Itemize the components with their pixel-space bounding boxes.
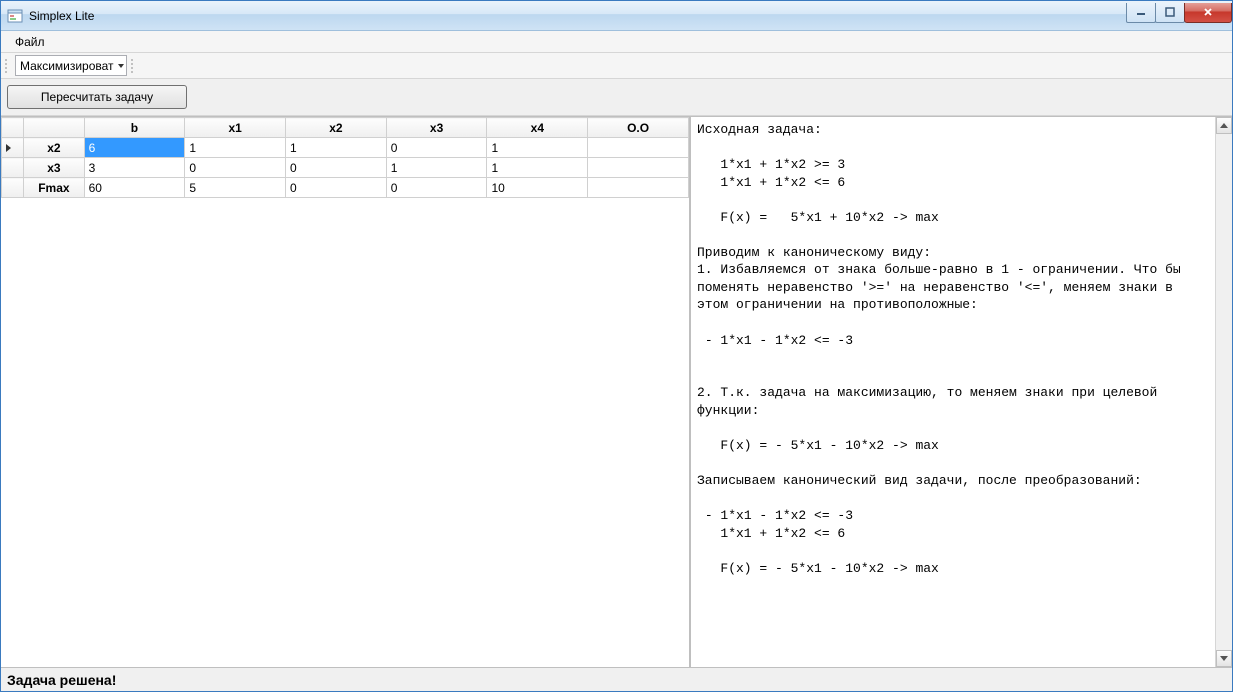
table-row[interactable]: Fmax6050010 xyxy=(2,178,689,198)
grid-cell[interactable]: 1 xyxy=(286,138,387,158)
titlebar[interactable]: Simplex Lite xyxy=(1,1,1232,31)
solution-text[interactable]: Исходная задача: 1*x1 + 1*x2 >= 3 1*x1 +… xyxy=(691,117,1215,667)
chevron-down-icon xyxy=(118,64,124,68)
solution-pane: Исходная задача: 1*x1 + 1*x2 >= 3 1*x1 +… xyxy=(691,117,1232,667)
current-row-icon xyxy=(6,144,11,152)
grid-cell[interactable]: 1 xyxy=(487,138,588,158)
grid-cell[interactable]: 5 xyxy=(185,178,286,198)
titlebar-left: Simplex Lite xyxy=(7,8,94,24)
column-header[interactable]: b xyxy=(84,118,185,138)
column-header[interactable]: О.О xyxy=(588,118,689,138)
menu-file[interactable]: Файл xyxy=(7,33,53,51)
column-header[interactable]: x3 xyxy=(386,118,487,138)
grid-cell[interactable]: 1 xyxy=(185,138,286,158)
main-window: Simplex Lite Файл Максимизироват Пересчи… xyxy=(0,0,1233,692)
row-indicator-cell xyxy=(2,178,24,198)
grid-cell[interactable] xyxy=(588,138,689,158)
arrow-down-icon xyxy=(1220,656,1228,661)
row-header-column xyxy=(24,118,84,138)
column-header[interactable]: x2 xyxy=(286,118,387,138)
grid-cell[interactable]: 3 xyxy=(84,158,185,178)
simplex-grid[interactable]: bx1x2x3x4О.О x261101x330011Fmax6050010 xyxy=(1,117,689,198)
buttonbar: Пересчитать задачу xyxy=(1,79,1232,116)
grid-cell[interactable]: 6 xyxy=(84,138,185,158)
grid-pane: bx1x2x3x4О.О x261101x330011Fmax6050010 xyxy=(1,117,691,667)
column-header[interactable]: x4 xyxy=(487,118,588,138)
objective-combo[interactable]: Максимизироват xyxy=(15,55,127,76)
grid-cell[interactable]: 0 xyxy=(386,178,487,198)
arrow-up-icon xyxy=(1220,123,1228,128)
grid-corner xyxy=(2,118,24,138)
table-row[interactable]: x330011 xyxy=(2,158,689,178)
grid-cell[interactable] xyxy=(588,178,689,198)
row-indicator-cell xyxy=(2,158,24,178)
grid-cell[interactable]: 1 xyxy=(487,158,588,178)
row-indicator-cell xyxy=(2,138,24,158)
grid-cell[interactable]: 0 xyxy=(286,178,387,198)
vertical-scrollbar[interactable] xyxy=(1215,117,1232,667)
main-split: bx1x2x3x4О.О x261101x330011Fmax6050010 И… xyxy=(1,116,1232,667)
table-row[interactable]: x261101 xyxy=(2,138,689,158)
grid-cell[interactable]: 0 xyxy=(185,158,286,178)
app-icon xyxy=(7,8,23,24)
scroll-track[interactable] xyxy=(1216,134,1232,650)
grid-cell[interactable]: 0 xyxy=(286,158,387,178)
menubar: Файл xyxy=(1,31,1232,53)
row-header[interactable]: Fmax xyxy=(24,178,84,198)
column-header[interactable]: x1 xyxy=(185,118,286,138)
row-header[interactable]: x3 xyxy=(24,158,84,178)
minimize-button[interactable] xyxy=(1126,3,1156,23)
toolbar-grip[interactable] xyxy=(5,58,9,74)
close-button[interactable] xyxy=(1184,3,1232,23)
objective-combo-value: Максимизироват xyxy=(20,59,114,73)
statusbar: Задача решена! xyxy=(1,667,1232,691)
window-controls xyxy=(1127,3,1232,23)
grid-cell[interactable] xyxy=(588,158,689,178)
toolbar: Максимизироват xyxy=(1,53,1232,79)
recalculate-button[interactable]: Пересчитать задачу xyxy=(7,85,187,109)
scroll-down-button[interactable] xyxy=(1216,650,1232,667)
scroll-up-button[interactable] xyxy=(1216,117,1232,134)
grid-cell[interactable]: 0 xyxy=(386,138,487,158)
grid-cell[interactable]: 10 xyxy=(487,178,588,198)
row-header[interactable]: x2 xyxy=(24,138,84,158)
grid-cell[interactable]: 1 xyxy=(386,158,487,178)
window-title: Simplex Lite xyxy=(29,9,94,23)
grid-cell[interactable]: 60 xyxy=(84,178,185,198)
status-text: Задача решена! xyxy=(7,672,116,688)
toolbar-grip-end[interactable] xyxy=(131,58,135,74)
maximize-button[interactable] xyxy=(1155,3,1185,23)
